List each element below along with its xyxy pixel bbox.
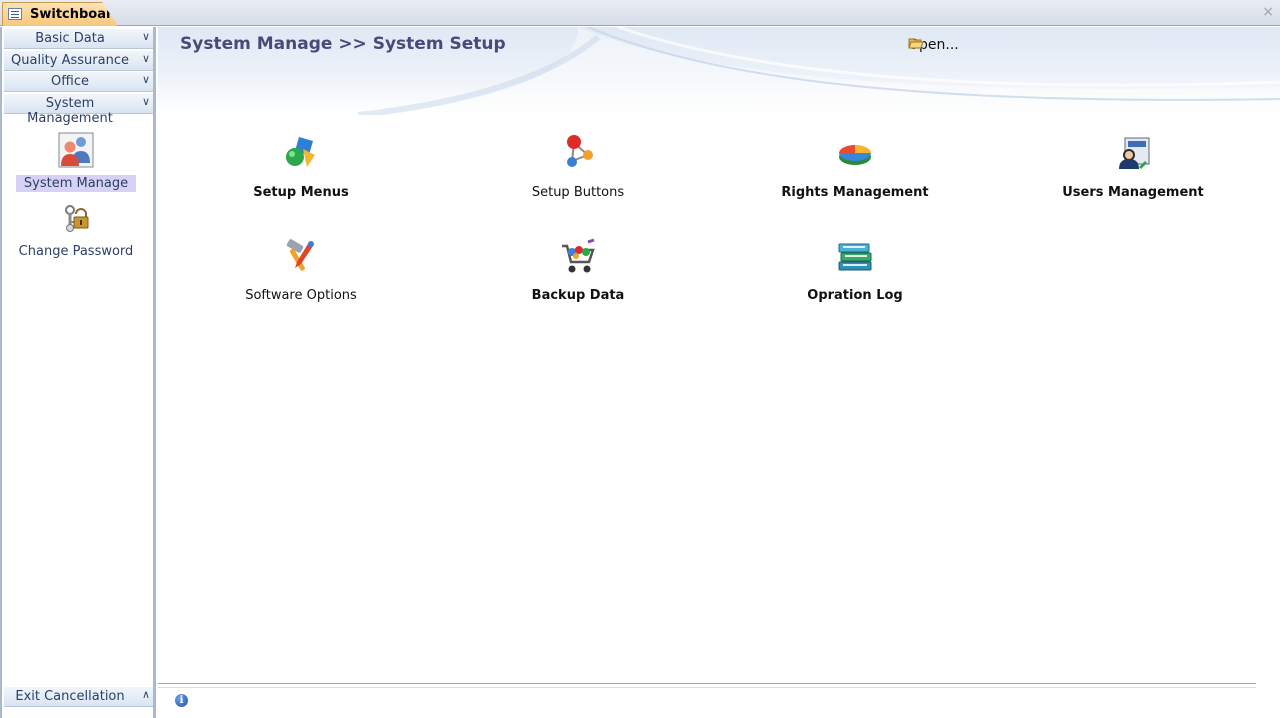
tile-label: Setup Buttons bbox=[531, 185, 625, 200]
tab-label: Switchboard bbox=[30, 7, 122, 22]
nav-item-label: System Manage bbox=[15, 175, 137, 192]
chevron-down-icon: ∨ bbox=[141, 95, 150, 108]
nav-group-basic-data[interactable]: Basic Data ∨ bbox=[4, 29, 153, 49]
document-tab-strip: Switchboard × bbox=[0, 0, 1280, 26]
tile-software-options[interactable]: Software Options bbox=[201, 236, 401, 303]
page-title: System Manage >> System Setup bbox=[180, 34, 506, 54]
tile-label: Opration Log bbox=[807, 288, 903, 303]
tile-setup-menus[interactable]: Setup Menus bbox=[201, 133, 401, 200]
admin-user-icon bbox=[1119, 137, 1150, 169]
nav-group-office[interactable]: Office ∨ bbox=[4, 72, 153, 92]
navigation-pane: Basic Data ∨ Quality Assurance ∨ Office … bbox=[0, 27, 156, 718]
shapes-icon bbox=[286, 137, 315, 167]
main-panel: System Manage >> System Setup Open... Se… bbox=[158, 27, 1280, 718]
users-icon bbox=[58, 132, 94, 168]
cart-icon bbox=[562, 238, 595, 273]
status-divider bbox=[158, 683, 1256, 688]
switchboard-tab[interactable]: Switchboard bbox=[2, 2, 118, 26]
tile-backup-data[interactable]: Backup Data bbox=[478, 236, 678, 303]
lock-key-icon bbox=[65, 205, 89, 232]
tools-icon bbox=[286, 239, 314, 271]
close-icon[interactable]: × bbox=[1262, 4, 1274, 20]
molecule-icon bbox=[567, 135, 593, 167]
tile-rights-management[interactable]: Rights Management bbox=[755, 133, 955, 200]
nav-group-label: Office bbox=[51, 74, 89, 89]
chevron-down-icon: ∨ bbox=[141, 73, 150, 86]
tile-label: Setup Menus bbox=[253, 185, 349, 200]
tile-users-management[interactable]: Users Management bbox=[1033, 133, 1233, 200]
open-button[interactable]: Open... bbox=[908, 37, 959, 53]
nav-item-label: Change Password bbox=[18, 244, 134, 259]
nav-group-label: System Management bbox=[27, 96, 113, 126]
nav-item-system-manage[interactable]: System Manage bbox=[6, 131, 146, 192]
tile-setup-buttons[interactable]: Setup Buttons bbox=[478, 133, 678, 200]
nav-item-change-password[interactable]: Change Password bbox=[6, 203, 146, 260]
tile-label: Rights Management bbox=[781, 185, 929, 200]
chevron-down-icon: ∨ bbox=[141, 52, 150, 65]
nav-group-label: Basic Data bbox=[35, 31, 105, 46]
chevron-up-icon: ∧ bbox=[141, 688, 150, 701]
nav-footer-exit-cancellation[interactable]: Exit Cancellation ∧ bbox=[4, 687, 153, 707]
nav-group-quality-assurance[interactable]: Quality Assurance ∨ bbox=[4, 51, 153, 71]
books-icon bbox=[838, 243, 872, 271]
nav-group-label: Quality Assurance bbox=[11, 53, 129, 68]
tile-label: Software Options bbox=[245, 288, 357, 303]
info-icon[interactable]: i bbox=[175, 694, 188, 707]
pie-chart-icon bbox=[839, 145, 871, 165]
nav-group-system-management[interactable]: System Management ∨ bbox=[4, 94, 153, 126]
form-icon bbox=[8, 8, 22, 20]
folder-open-icon bbox=[908, 38, 924, 49]
tile-label: Backup Data bbox=[531, 288, 625, 303]
header-banner: System Manage >> System Setup Open... bbox=[158, 27, 1280, 115]
tile-opration-log[interactable]: Opration Log bbox=[755, 236, 955, 303]
chevron-down-icon: ∨ bbox=[141, 30, 150, 43]
tile-label: Users Management bbox=[1062, 185, 1204, 200]
nav-footer-label: Exit Cancellation bbox=[15, 689, 125, 704]
